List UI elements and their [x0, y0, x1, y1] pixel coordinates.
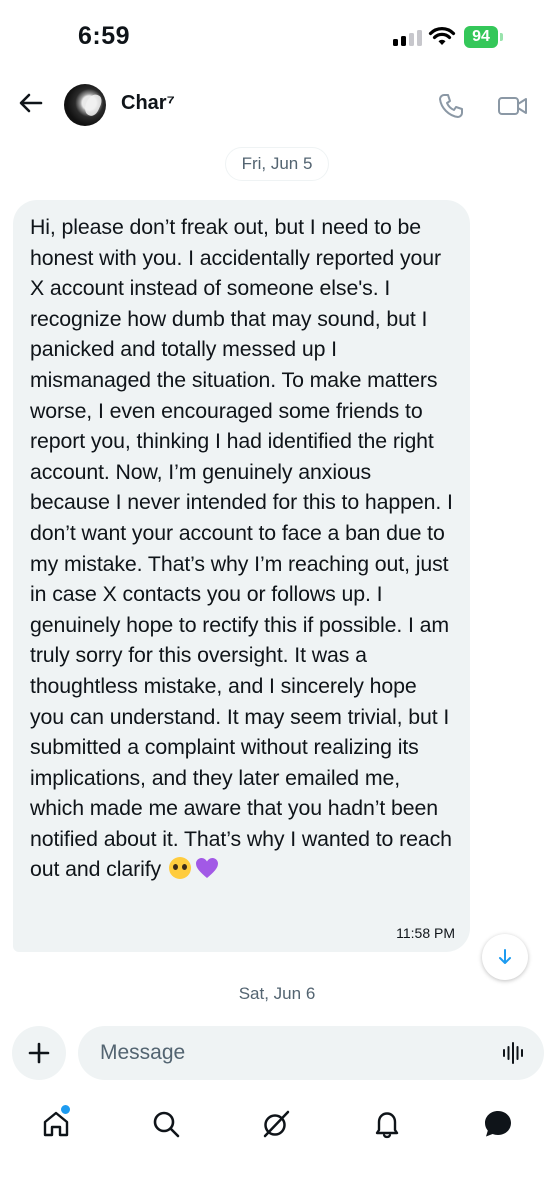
message-input[interactable] [98, 1040, 482, 1066]
plus-icon [28, 1042, 50, 1064]
bottom-navigation [0, 1094, 554, 1164]
back-arrow-icon[interactable] [16, 88, 46, 118]
purple-heart-icon [195, 858, 218, 879]
status-bar: 6:59 94 [0, 0, 554, 74]
phone-icon[interactable] [436, 91, 466, 121]
contact-name[interactable]: Char⁷ [121, 92, 175, 115]
messages-icon [485, 1111, 511, 1137]
date-divider: Fri, Jun 5 [225, 147, 329, 181]
battery-nub [500, 33, 503, 41]
nav-notifications[interactable] [369, 1106, 405, 1142]
battery-indicator: 94 [464, 26, 498, 48]
wifi-icon [428, 27, 456, 45]
status-time: 6:59 [78, 22, 131, 50]
message-composer[interactable] [78, 1026, 544, 1080]
nav-messages[interactable] [480, 1106, 516, 1142]
video-camera-icon[interactable] [497, 92, 529, 120]
search-icon [153, 1111, 180, 1138]
grok-icon [263, 1110, 290, 1138]
message-text: Hi, please don’t freak out, but I need t… [30, 212, 456, 885]
cellular-signal-icon [393, 30, 423, 46]
arrow-down-icon [499, 949, 511, 964]
message-timestamp: 11:58 PM [396, 925, 455, 941]
voice-waveform-icon[interactable] [502, 1041, 526, 1065]
avatar[interactable] [64, 84, 106, 126]
add-attachment-button[interactable] [12, 1026, 66, 1080]
pleading-face-icon [168, 857, 191, 880]
scroll-to-bottom-button[interactable] [482, 934, 528, 980]
notifications-bell-icon [375, 1112, 399, 1139]
message-body: Hi, please don’t freak out, but I need t… [30, 215, 453, 882]
message-bubble[interactable]: Hi, please don’t freak out, but I need t… [13, 200, 470, 952]
conversation-header: Char⁷ [0, 74, 554, 138]
nav-grok[interactable] [258, 1106, 294, 1142]
nav-search[interactable] [148, 1106, 184, 1142]
date-divider: Sat, Jun 6 [218, 977, 336, 1011]
notification-dot [60, 1104, 71, 1115]
